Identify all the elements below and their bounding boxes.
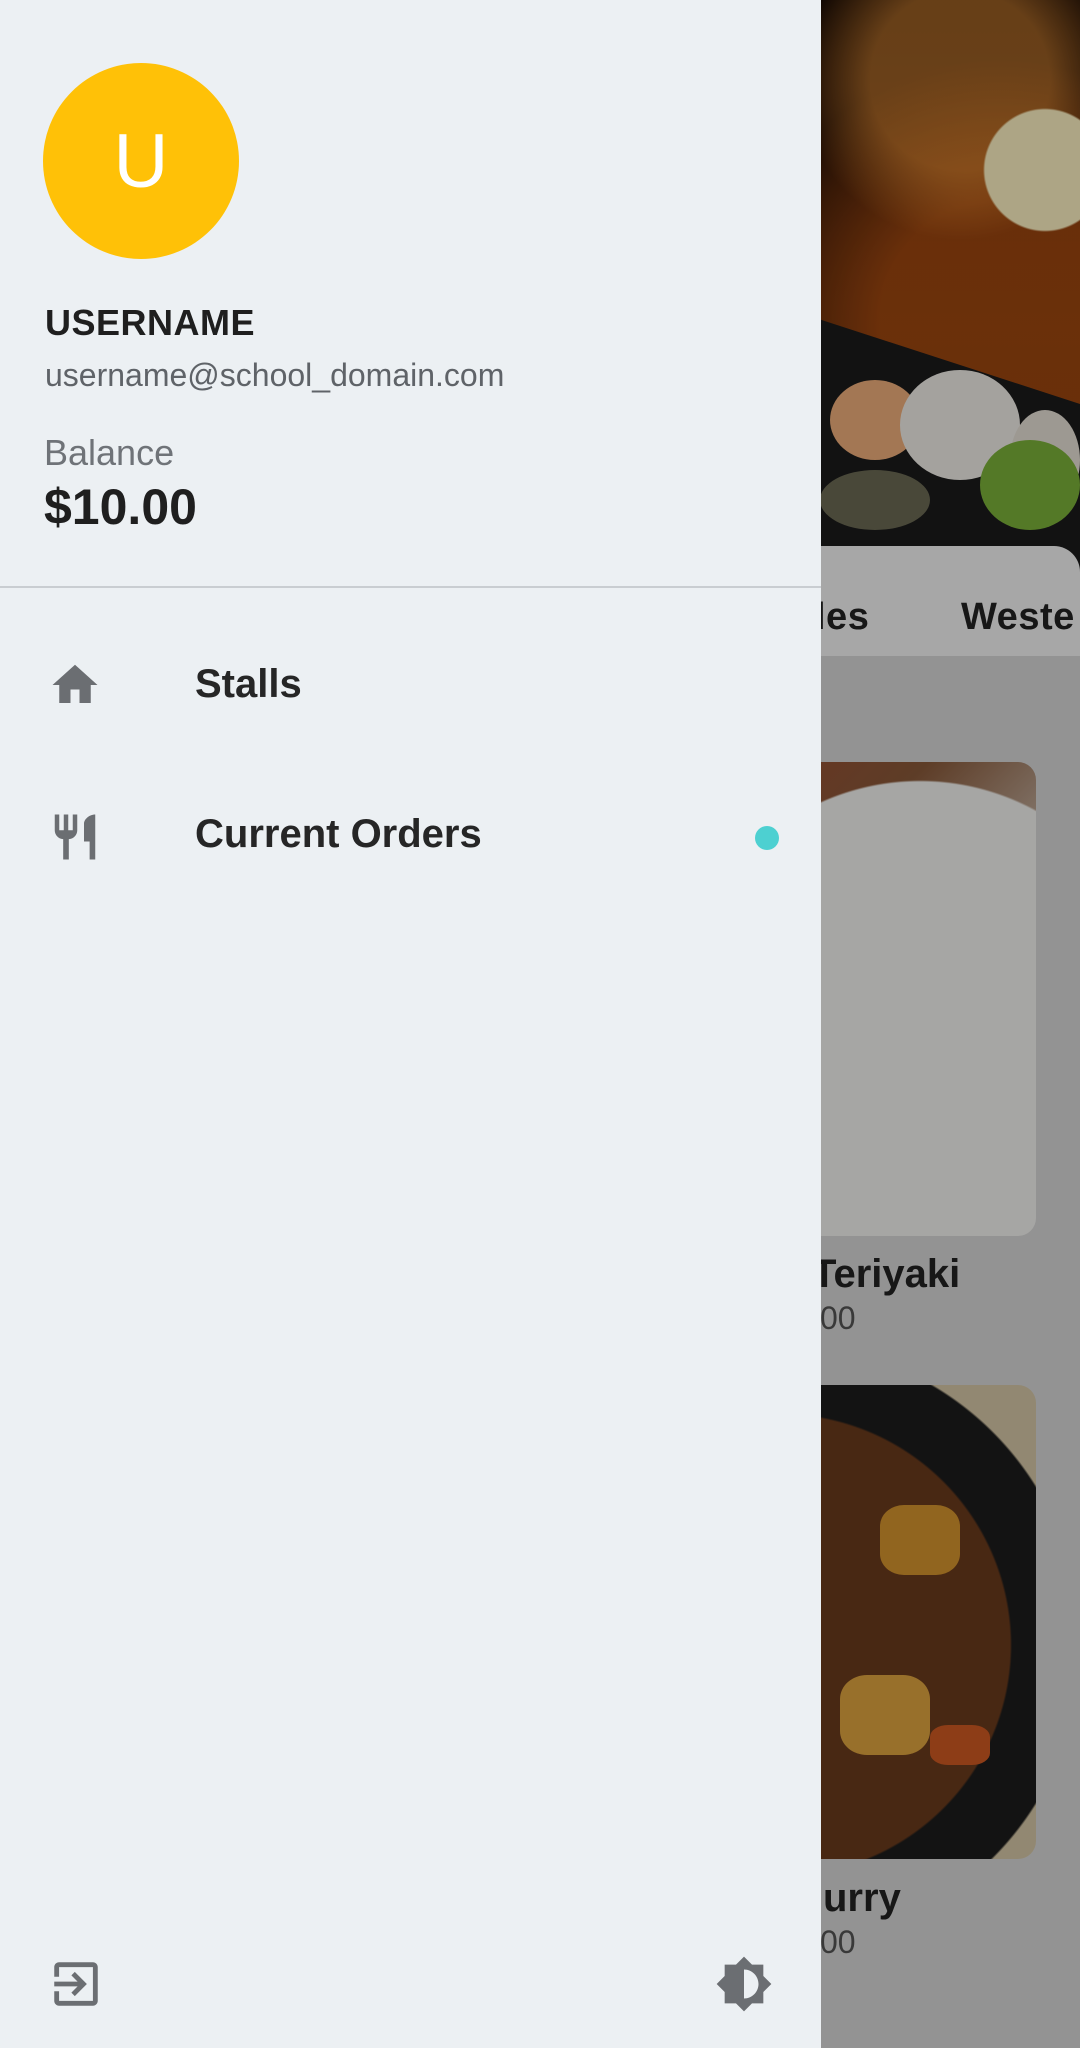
navigation-drawer: U USERNAME username@school_domain.com Ba…	[0, 0, 821, 2048]
username: USERNAME	[45, 302, 256, 343]
nav-item-label: Current Orders	[195, 812, 482, 856]
drawer-divider	[0, 586, 821, 588]
avatar: U	[43, 63, 239, 259]
balance-label: Balance	[44, 432, 175, 473]
nav-item-label: Stalls	[195, 662, 302, 706]
balance-value: $10.00	[44, 479, 197, 535]
avatar-initial: U	[113, 118, 169, 204]
app-screen: les Weste Teriyaki 00 urry 00 U USERNAME…	[0, 0, 1080, 2048]
user-email: username@school_domain.com	[45, 357, 505, 393]
logout-icon[interactable]	[47, 1955, 105, 2013]
new-order-badge	[755, 826, 779, 850]
nav-item-stalls[interactable]: Stalls	[0, 620, 821, 750]
brightness-icon[interactable]	[715, 1955, 773, 2013]
restaurant-icon	[54, 814, 96, 860]
home-icon	[52, 664, 98, 703]
nav-item-current-orders[interactable]: Current Orders	[0, 770, 821, 900]
